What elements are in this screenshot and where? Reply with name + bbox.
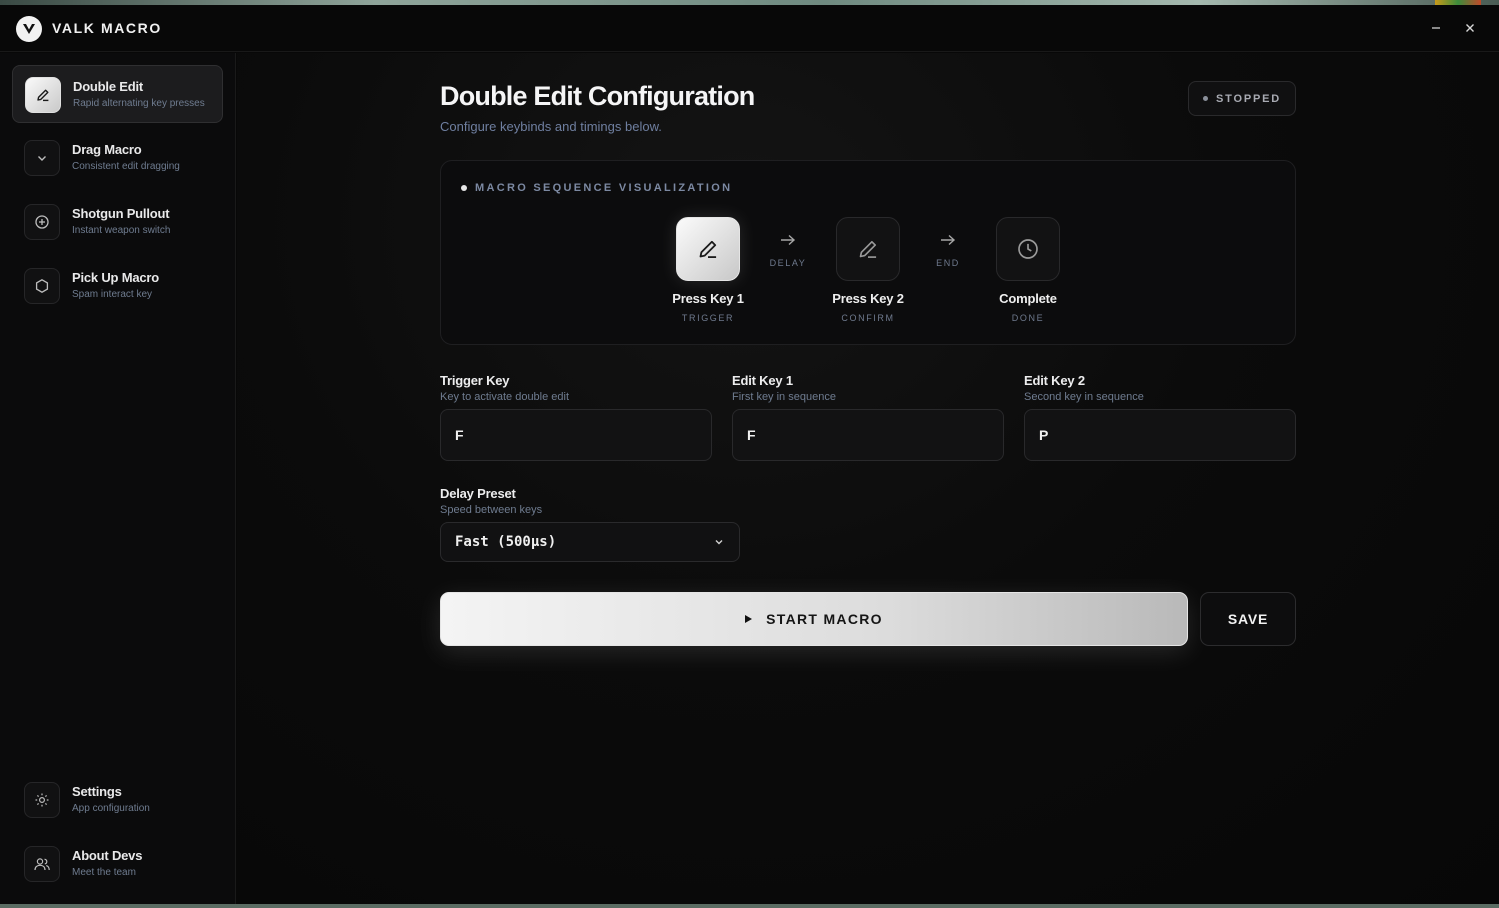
sequence-connector-delay: DELAY	[758, 233, 818, 268]
desktop-taskbar	[0, 904, 1499, 908]
connector-label: DELAY	[769, 258, 807, 268]
field-label: Delay Preset	[440, 486, 516, 501]
edit-key-2-field: Edit Key 2 Second key in sequence	[1024, 373, 1296, 461]
field-help: Second key in sequence	[1024, 391, 1144, 403]
field-help: Key to activate double edit	[440, 391, 570, 403]
sidebar: Double Edit Rapid alternating key presse…	[0, 53, 236, 904]
sequence-visualization-card: MACRO SEQUENCE VISUALIZATION Press Key 1…	[440, 160, 1296, 345]
step-subtitle: DONE	[1011, 313, 1045, 323]
edit-key-2-input[interactable]	[1024, 409, 1296, 461]
sequence-step-complete: Complete DONE	[978, 217, 1078, 323]
edit-key-1-field: Edit Key 1 First key in sequence	[732, 373, 1004, 461]
sidebar-item-about-devs[interactable]: About Devs Meet the team	[12, 835, 223, 893]
sidebar-item-title: Settings	[72, 784, 122, 799]
arrow-right-icon	[941, 234, 956, 246]
minimize-button[interactable]	[1425, 17, 1447, 39]
sidebar-item-title: Shotgun Pullout	[72, 206, 170, 221]
edit-key-1-input[interactable]	[732, 409, 1004, 461]
page-subtitle: Configure keybinds and timings below.	[440, 119, 662, 134]
app-window: VALK MACRO Double Edit Rapid alternating…	[0, 5, 1499, 904]
plus-circle-icon	[24, 204, 60, 240]
pencil-icon	[25, 77, 61, 113]
pencil-icon	[676, 217, 740, 281]
main-panel: Double Edit Configuration Configure keyb…	[237, 53, 1499, 904]
sidebar-item-double-edit[interactable]: Double Edit Rapid alternating key presse…	[12, 65, 223, 123]
status-dot-icon	[1203, 96, 1209, 101]
sequence-step-press-key-2: Press Key 2 CONFIRM	[818, 217, 918, 323]
visualization-label: MACRO SEQUENCE VISUALIZATION	[475, 182, 733, 194]
valk-logo-icon	[16, 16, 42, 42]
save-button[interactable]: SAVE	[1200, 592, 1296, 646]
sidebar-item-subtitle: Consistent edit dragging	[72, 161, 180, 172]
step-title: Complete	[999, 291, 1057, 306]
sequence-step-press-key-1: Press Key 1 TRIGGER	[658, 217, 758, 323]
sidebar-item-subtitle: Spam interact key	[72, 289, 153, 300]
sidebar-item-pick-up-macro[interactable]: Pick Up Macro Spam interact key	[12, 257, 223, 315]
trigger-key-field: Trigger Key Key to activate double edit	[440, 373, 712, 461]
delay-preset-select[interactable]: Fast (500µs)	[440, 522, 740, 562]
step-subtitle: TRIGGER	[681, 313, 735, 323]
start-macro-button[interactable]: START MACRO	[440, 592, 1188, 646]
field-label: Trigger Key	[440, 373, 510, 388]
sidebar-item-title: Drag Macro	[72, 142, 142, 157]
sidebar-item-title: Pick Up Macro	[72, 270, 159, 285]
select-value: Fast (500µs)	[455, 534, 557, 550]
clock-icon	[996, 217, 1060, 281]
start-macro-label: START MACRO	[766, 611, 883, 627]
sidebar-item-shotgun-pullout[interactable]: Shotgun Pullout Instant weapon switch	[12, 193, 223, 251]
sidebar-item-settings[interactable]: Settings App configuration	[12, 771, 223, 829]
close-button[interactable]	[1459, 17, 1481, 39]
arrow-right-icon	[781, 234, 796, 246]
users-icon	[24, 846, 60, 882]
step-title: Press Key 1	[672, 291, 744, 306]
chevron-down-icon	[713, 536, 725, 548]
field-label: Edit Key 1	[732, 373, 793, 388]
sidebar-item-subtitle: Instant weapon switch	[72, 225, 171, 236]
sidebar-item-title: About Devs	[72, 848, 143, 863]
chevron-down-icon	[24, 140, 60, 176]
trigger-key-input[interactable]	[440, 409, 712, 461]
bullet-dot-icon	[461, 185, 467, 191]
app-title: VALK MACRO	[52, 20, 162, 36]
save-label: SAVE	[1227, 611, 1269, 627]
page-title: Double Edit Configuration	[440, 81, 755, 111]
play-icon	[745, 615, 753, 623]
step-title: Press Key 2	[832, 291, 904, 306]
hexagon-icon	[24, 268, 60, 304]
field-help: Speed between keys	[440, 504, 543, 516]
connector-label: END	[936, 258, 960, 268]
field-label: Edit Key 2	[1024, 373, 1085, 388]
delay-preset-field: Delay Preset Speed between keys Fast (50…	[440, 486, 740, 562]
sidebar-item-subtitle: Meet the team	[72, 867, 136, 878]
titlebar: VALK MACRO	[0, 5, 1499, 52]
status-text: STOPPED	[1216, 92, 1281, 105]
status-badge: STOPPED	[1188, 81, 1296, 116]
visualization-header: MACRO SEQUENCE VISUALIZATION	[461, 182, 732, 194]
pencil-icon	[836, 217, 900, 281]
sidebar-item-subtitle: App configuration	[72, 803, 150, 814]
sidebar-item-drag-macro[interactable]: Drag Macro Consistent edit dragging	[12, 129, 223, 187]
step-subtitle: CONFIRM	[841, 313, 895, 323]
gear-icon	[24, 782, 60, 818]
field-help: First key in sequence	[732, 391, 836, 403]
sequence-connector-end: END	[918, 233, 978, 268]
sidebar-item-subtitle: Rapid alternating key presses	[73, 98, 205, 109]
sidebar-item-title: Double Edit	[73, 79, 144, 94]
